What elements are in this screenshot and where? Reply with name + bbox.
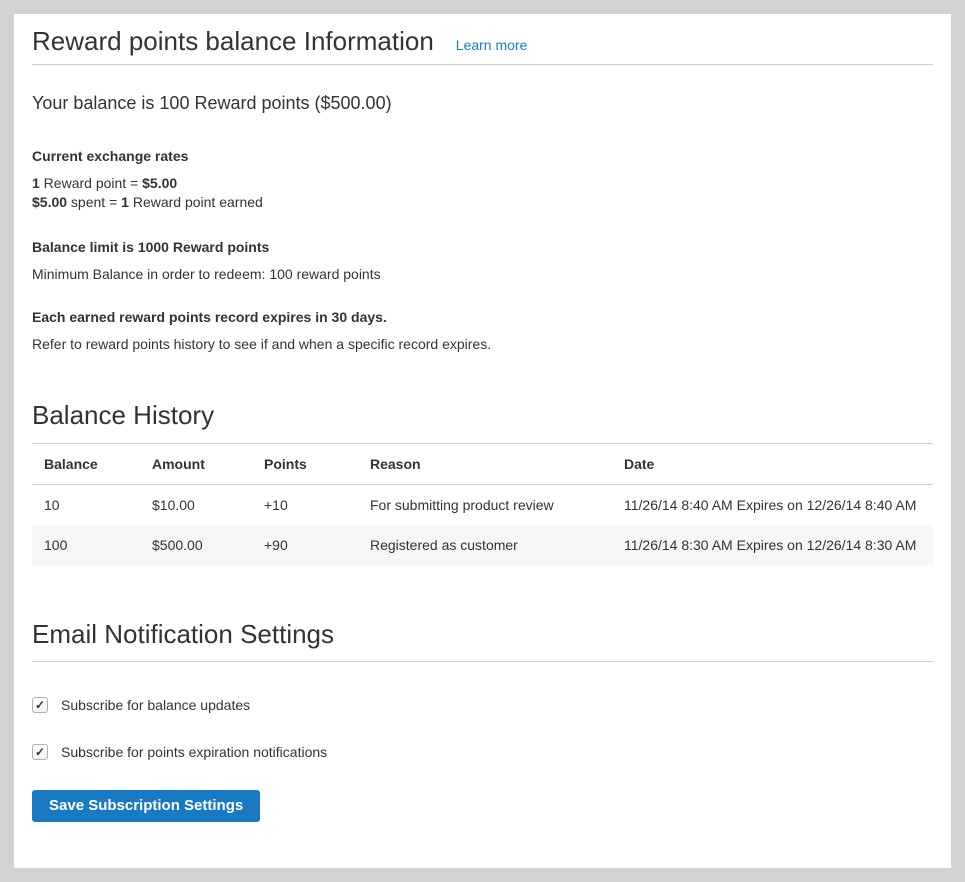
- expiration-notifications-label: Subscribe for points expiration notifica…: [61, 744, 327, 760]
- column-header-points: Points: [252, 444, 358, 485]
- exchange-rate-text: Reward point =: [40, 175, 142, 191]
- earn-rate-value: $5.00: [32, 194, 67, 210]
- cell-balance: 10: [32, 485, 140, 526]
- expiration-note: Refer to reward points history to see if…: [32, 336, 933, 352]
- minimum-redeem-note: Minimum Balance in order to redeem: 100 …: [32, 266, 933, 282]
- column-header-amount: Amount: [140, 444, 252, 485]
- save-subscription-settings-button[interactable]: Save Subscription Settings: [32, 790, 260, 822]
- exchange-rate-line-1: 1 Reward point = $5.00: [32, 174, 933, 193]
- cell-amount: $500.00: [140, 525, 252, 565]
- cell-reason: Registered as customer: [358, 525, 612, 565]
- balance-updates-label: Subscribe for balance updates: [61, 697, 250, 713]
- earn-rate-text: spent =: [67, 194, 121, 210]
- expiration-notifications-checkbox[interactable]: [32, 744, 48, 760]
- table-row: 100 $500.00 +90 Registered as customer 1…: [32, 525, 933, 565]
- column-header-date: Date: [612, 444, 933, 485]
- reward-points-panel: Reward points balance Information Learn …: [14, 14, 951, 868]
- exchange-rate-points: 1: [32, 175, 40, 191]
- email-settings-title: Email Notification Settings: [32, 617, 933, 662]
- cell-date: 11/26/14 8:40 AM Expires on 12/26/14 8:4…: [612, 485, 933, 526]
- balance-history-table: Balance Amount Points Reason Date 10 $10…: [32, 444, 933, 565]
- cell-balance: 100: [32, 525, 140, 565]
- earn-rate-points: 1: [121, 194, 129, 210]
- balance-limit-heading: Balance limit is 1000 Reward points: [32, 239, 933, 255]
- page-title: Reward points balance Information: [32, 24, 434, 58]
- column-header-balance: Balance: [32, 444, 140, 485]
- balance-updates-checkbox[interactable]: [32, 697, 48, 713]
- expiration-heading: Each earned reward points record expires…: [32, 309, 933, 325]
- table-row: 10 $10.00 +10 For submitting product rev…: [32, 485, 933, 526]
- exchange-rate-line-2: $5.00 spent = 1 Reward point earned: [32, 193, 933, 212]
- balance-summary: Your balance is 100 Reward points ($500.…: [32, 93, 933, 114]
- cell-date: 11/26/14 8:30 AM Expires on 12/26/14 8:3…: [612, 525, 933, 565]
- balance-history-title: Balance History: [32, 398, 933, 444]
- cell-points: +10: [252, 485, 358, 526]
- subscribe-expiration-notifications-row[interactable]: Subscribe for points expiration notifica…: [32, 744, 933, 760]
- exchange-rates-lines: 1 Reward point = $5.00 $5.00 spent = 1 R…: [32, 174, 933, 212]
- earn-rate-suffix: Reward point earned: [129, 194, 263, 210]
- cell-amount: $10.00: [140, 485, 252, 526]
- page-header: Reward points balance Information Learn …: [32, 14, 933, 65]
- learn-more-link[interactable]: Learn more: [456, 37, 528, 53]
- subscribe-balance-updates-row[interactable]: Subscribe for balance updates: [32, 697, 933, 713]
- exchange-rate-value: $5.00: [142, 175, 177, 191]
- table-header-row: Balance Amount Points Reason Date: [32, 444, 933, 485]
- exchange-rates-heading: Current exchange rates: [32, 148, 933, 164]
- cell-points: +90: [252, 525, 358, 565]
- cell-reason: For submitting product review: [358, 485, 612, 526]
- column-header-reason: Reason: [358, 444, 612, 485]
